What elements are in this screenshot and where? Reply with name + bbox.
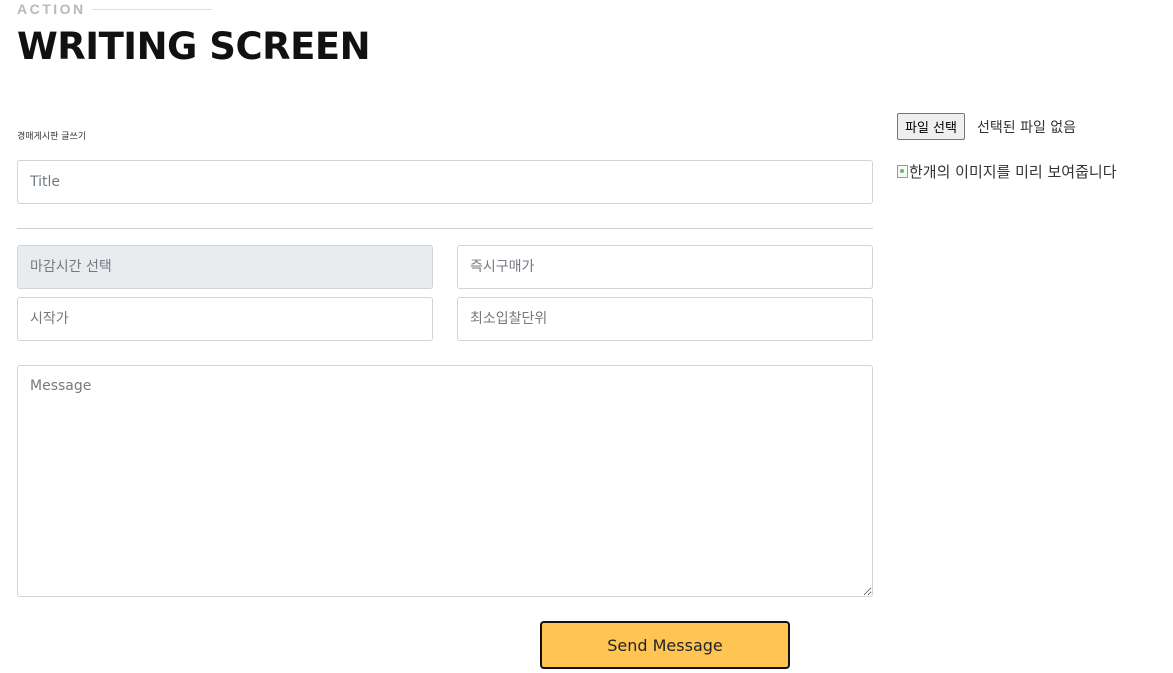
deadline-picker[interactable] xyxy=(17,245,433,289)
section-eyebrow: ACTION xyxy=(17,1,86,17)
start-price-input[interactable] xyxy=(17,297,433,341)
choose-file-button[interactable]: 파일 선택 xyxy=(897,113,965,140)
buy-now-price-input[interactable] xyxy=(457,245,873,289)
min-bid-unit-input[interactable] xyxy=(457,297,873,341)
file-status-text: 선택된 파일 없음 xyxy=(977,120,1077,136)
broken-image-icon xyxy=(897,165,908,178)
image-preview-alt-text: 한개의 이미지를 미리 보여줍니다 xyxy=(909,163,1117,181)
page-title: WRITING SCREEN xyxy=(17,25,371,68)
form-divider xyxy=(17,228,873,229)
form-label: 경매게시판 글쓰기 xyxy=(17,132,87,142)
eyebrow-divider xyxy=(92,9,212,10)
send-message-button[interactable]: Send Message xyxy=(540,621,790,669)
message-textarea[interactable] xyxy=(17,365,873,597)
title-input[interactable] xyxy=(17,160,873,204)
image-preview: 한개의 이미지를 미리 보여줍니다 xyxy=(897,161,1117,182)
